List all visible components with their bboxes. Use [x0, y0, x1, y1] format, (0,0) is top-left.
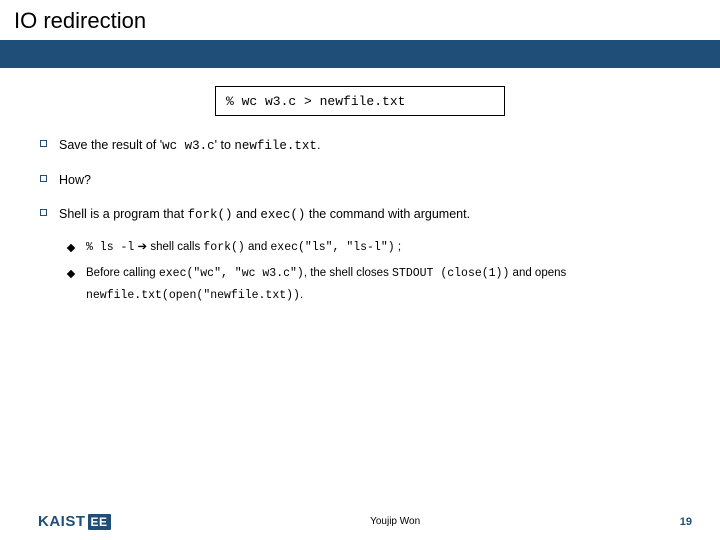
text-fragment: and [233, 207, 261, 221]
code-fragment: newfile.txt(open("newfile.txt)) [86, 289, 300, 302]
text-fragment: , the shell closes [304, 267, 392, 279]
code-fragment: exec() [260, 208, 305, 222]
square-bullet-icon [40, 140, 47, 147]
bullet-2: How? [40, 169, 680, 193]
code-fragment: wc w3.c [162, 139, 215, 153]
bullet-2-text: How? [59, 169, 91, 193]
content-area: Save the result of 'wc w3.c' to newfile.… [0, 116, 720, 307]
bullet-3: Shell is a program that fork() and exec(… [40, 203, 680, 228]
sub-bullet-2: Before calling exec("wc", "wc w3.c"), th… [68, 263, 680, 307]
code-fragment: exec("wc", "wc w3.c") [159, 267, 304, 280]
slide-title: IO redirection [14, 8, 706, 34]
bullet-3-text: Shell is a program that fork() and exec(… [59, 203, 470, 228]
logo-main: KAIST [38, 513, 86, 530]
square-bullet-icon [40, 175, 47, 182]
text-fragment: the command with argument. [305, 207, 470, 221]
text-fragment: ' to [215, 138, 235, 152]
footer-author: Youjip Won [370, 516, 420, 527]
command-text: % wc w3.c > newfile.txt [226, 94, 405, 109]
title-bar: IO redirection [0, 0, 720, 40]
bullet-1-text: Save the result of 'wc w3.c' to newfile.… [59, 134, 320, 159]
command-box: % wc w3.c > newfile.txt [215, 86, 505, 116]
code-fragment: newfile.txt [234, 139, 317, 153]
text-fragment: and [245, 241, 271, 253]
sub-bullet-1-text: % ls -l ➔ shell calls fork() and exec("l… [86, 237, 401, 259]
code-fragment: fork() [203, 241, 244, 254]
text-fragment: Before calling [86, 267, 159, 279]
code-fragment: % ls -l [86, 241, 134, 254]
text-fragment: ; [395, 241, 401, 253]
text-fragment: . [317, 138, 320, 152]
text-fragment: Shell is a program that [59, 207, 188, 221]
diamond-bullet-icon [67, 244, 75, 252]
sub-bullet-1: % ls -l ➔ shell calls fork() and exec("l… [68, 237, 680, 259]
arrow-icon: ➔ [134, 241, 150, 253]
diamond-bullet-icon [67, 270, 75, 278]
page-number: 19 [680, 516, 692, 528]
code-fragment: STDOUT (close(1)) [392, 267, 509, 280]
text-fragment: and opens [509, 267, 566, 279]
text-fragment: . [300, 289, 303, 301]
code-fragment: fork() [188, 208, 233, 222]
footer: KAIST EE Youjip Won 19 [0, 513, 720, 530]
title-underline [0, 40, 720, 68]
bullet-1: Save the result of 'wc w3.c' to newfile.… [40, 134, 680, 159]
code-fragment: exec("ls", "ls-l") [270, 241, 394, 254]
kaist-logo: KAIST EE [38, 513, 111, 530]
text-fragment: Save the result of ' [59, 138, 162, 152]
logo-ee: EE [88, 514, 111, 530]
text-fragment: shell calls [150, 241, 203, 253]
square-bullet-icon [40, 209, 47, 216]
sub-bullet-2-text: Before calling exec("wc", "wc w3.c"), th… [86, 263, 680, 307]
